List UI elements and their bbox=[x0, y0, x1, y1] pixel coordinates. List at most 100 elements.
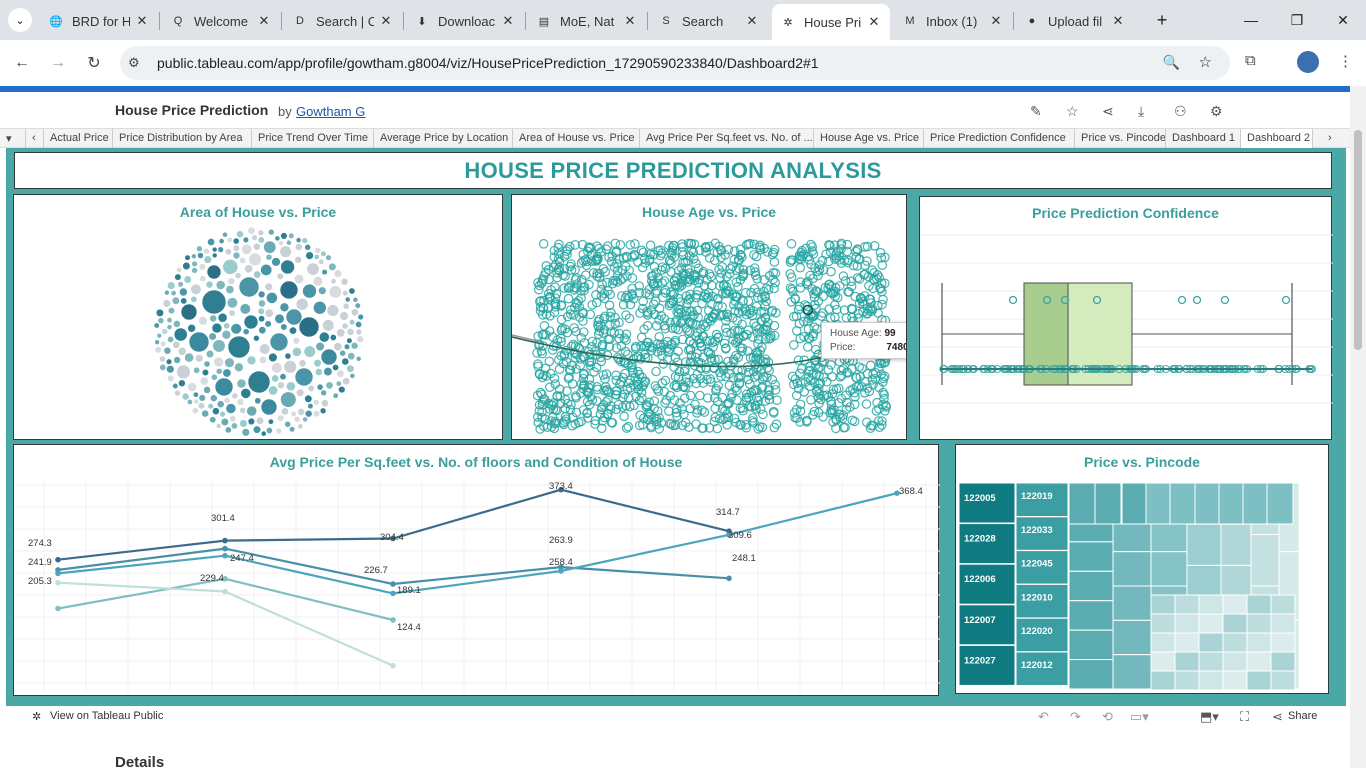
bubble-mark bbox=[251, 234, 258, 241]
tab-close-icon[interactable]: ✕ bbox=[134, 13, 150, 29]
restore-button[interactable]: ❐ bbox=[1274, 6, 1320, 34]
reload-icon[interactable]: ↻ bbox=[82, 51, 106, 75]
sheet-tabs-menu-icon[interactable]: ▾ bbox=[0, 129, 26, 148]
extensions-icon[interactable]: ⧉ bbox=[1245, 52, 1256, 69]
treemap-label: 122045 bbox=[1021, 559, 1053, 570]
view-on-tableau-link[interactable]: View on Tableau Public bbox=[50, 710, 163, 722]
bubble-mark bbox=[304, 243, 312, 251]
bubble-mark bbox=[188, 331, 210, 353]
download-menu-icon[interactable]: ⬒▾ bbox=[1200, 709, 1219, 725]
bubble-mark bbox=[313, 410, 321, 418]
bubble-mark bbox=[167, 306, 176, 315]
treemap-cell bbox=[1222, 613, 1248, 634]
tab-close-icon[interactable]: ✕ bbox=[500, 13, 516, 29]
redo-icon[interactable]: ↷ bbox=[1070, 709, 1081, 725]
treemap-label: 122020 bbox=[1021, 626, 1053, 637]
bubble-mark bbox=[293, 415, 301, 423]
metadata-icon[interactable]: ⚇ bbox=[1174, 103, 1187, 120]
profile-avatar[interactable] bbox=[1297, 51, 1319, 73]
settings-gear-icon[interactable]: ⚙ bbox=[1210, 103, 1223, 120]
house-age-vs-price-panel[interactable]: House Age vs. Price House Age: 99 Price:… bbox=[511, 194, 907, 440]
price-confidence-panel[interactable]: Price Prediction Confidence bbox=[919, 196, 1333, 441]
bubble-mark bbox=[174, 389, 181, 397]
share-icon[interactable]: ⋖ bbox=[1272, 709, 1283, 725]
treemap-cell bbox=[1246, 670, 1272, 691]
browser-tab[interactable]: 🌐 BRD for H ✕ bbox=[40, 6, 158, 36]
sheet-tab[interactable]: Price vs. Pincode bbox=[1075, 129, 1166, 148]
line-chart[interactable]: 274.3 241.9 205.3 301.4 229.4 247.4 304.4 226.7… bbox=[14, 445, 940, 697]
bubble-mark bbox=[252, 242, 261, 251]
tab-close-icon[interactable]: ✕ bbox=[378, 13, 394, 29]
scatter-point bbox=[619, 411, 629, 422]
minimize-button[interactable]: — bbox=[1228, 6, 1274, 34]
address-bar[interactable]: ⚙ public.tableau.com/app/profile/gowtham… bbox=[120, 46, 1230, 80]
browser-tab[interactable]: S Search ✕ bbox=[650, 6, 768, 36]
revert-icon[interactable]: ⟲ bbox=[1102, 709, 1113, 725]
sheet-tab[interactable]: Dashboard 2 bbox=[1241, 129, 1313, 148]
browser-tab[interactable]: ● Upload fil ✕ bbox=[1016, 6, 1134, 36]
sheet-tab[interactable]: Price Prediction Confidence bbox=[924, 129, 1075, 148]
browser-tab[interactable]: Q Welcome ✕ bbox=[162, 6, 280, 36]
scatter-point bbox=[850, 291, 860, 302]
bubble-mark bbox=[215, 367, 223, 375]
tab-close-icon[interactable]: ✕ bbox=[988, 13, 1004, 29]
sheet-tab[interactable]: Average Price by Location bbox=[374, 129, 513, 148]
scrollbar-thumb[interactable] bbox=[1354, 130, 1362, 350]
bubble-mark bbox=[303, 345, 316, 358]
area-vs-price-panel[interactable]: Area of House vs. Price bbox=[13, 194, 503, 440]
browser-tab[interactable]: D Search | C ✕ bbox=[284, 6, 402, 36]
sheet-tab[interactable]: Area of House vs. Price bbox=[513, 129, 640, 148]
viz-author-link[interactable]: Gowtham G bbox=[296, 104, 365, 119]
bookmark-star-icon[interactable]: ☆ bbox=[1199, 53, 1212, 71]
browser-tab[interactable]: M Inbox (1) ✕ bbox=[894, 6, 1012, 36]
favorite-star-icon[interactable]: ☆ bbox=[1066, 103, 1079, 120]
sheet-tab[interactable]: Price Trend Over Time bbox=[252, 129, 374, 148]
menu-kebab-icon[interactable]: ⋮ bbox=[1338, 52, 1353, 70]
browser-tab-title: Welcome bbox=[194, 13, 248, 29]
scatter-chart[interactable] bbox=[512, 195, 907, 440]
tab-close-icon[interactable]: ✕ bbox=[1110, 13, 1126, 29]
edit-icon[interactable]: ✎ bbox=[1030, 103, 1042, 120]
refresh-icon[interactable]: ▭▾ bbox=[1130, 709, 1149, 725]
browser-tab[interactable]: ▤ MoE, Nat ✕ bbox=[528, 6, 646, 36]
bubble-mark bbox=[259, 343, 271, 355]
undo-icon[interactable]: ↶ bbox=[1038, 709, 1049, 725]
new-tab-button[interactable]: + bbox=[1150, 8, 1174, 32]
forward-arrow-icon[interactable]: → bbox=[46, 51, 70, 75]
tab-search-chevron-icon[interactable]: ⌄ bbox=[8, 8, 32, 32]
fullscreen-icon[interactable]: ⛶ bbox=[1240, 709, 1249, 725]
bubble-mark bbox=[341, 322, 349, 330]
tab-close-icon[interactable]: ✕ bbox=[866, 14, 882, 30]
site-info-icon[interactable]: ⚙ bbox=[128, 55, 140, 71]
bubble-mark bbox=[161, 328, 169, 335]
share-nodes-icon[interactable]: ⋖ bbox=[1102, 103, 1114, 120]
bubble-mark bbox=[319, 407, 327, 415]
price-vs-pincode-panel[interactable]: Price vs. Pincode 122005 122028 122006 1220… bbox=[955, 444, 1329, 694]
page-scrollbar[interactable] bbox=[1350, 86, 1366, 768]
sheet-tabs-prev-icon[interactable]: ‹ bbox=[26, 129, 44, 148]
sheet-tab[interactable]: Actual Price bbox=[44, 129, 113, 148]
sheet-tab[interactable]: Dashboard 1 bbox=[1166, 129, 1241, 148]
bubble-mark bbox=[348, 287, 356, 295]
browser-tab[interactable]: ⬇ Downloac ✕ bbox=[406, 6, 524, 36]
sheet-tab[interactable]: Price Distribution by Area bbox=[113, 129, 252, 148]
tab-close-icon[interactable]: ✕ bbox=[622, 13, 638, 29]
back-arrow-icon[interactable]: ← bbox=[10, 51, 34, 75]
url-text[interactable]: public.tableau.com/app/profile/gowtham.g… bbox=[157, 55, 819, 71]
packed-bubble-chart[interactable] bbox=[14, 195, 504, 441]
treemap-chart[interactable]: 122005 122028 122006 122007 122027 122019 1220… bbox=[956, 445, 1330, 695]
box-plot-chart[interactable] bbox=[920, 197, 1333, 441]
sheet-tab[interactable]: House Age vs. Price bbox=[814, 129, 924, 148]
download-icon[interactable]: ⤓ bbox=[1138, 103, 1144, 120]
tab-close-icon[interactable]: ✕ bbox=[744, 13, 760, 29]
avg-price-floors-panel[interactable]: Avg Price Per Sq.feet vs. No. of floors … bbox=[13, 444, 940, 697]
sheet-tabs-next-icon[interactable]: › bbox=[1322, 129, 1344, 148]
close-window-button[interactable]: ✕ bbox=[1320, 6, 1366, 34]
bubble-mark bbox=[288, 326, 297, 335]
treemap-cell bbox=[1242, 482, 1270, 525]
sheet-tab[interactable]: Avg Price Per Sq.feet vs. No. of ... bbox=[640, 129, 814, 148]
zoom-icon[interactable]: 🔍 bbox=[1163, 54, 1180, 71]
tab-close-icon[interactable]: ✕ bbox=[256, 13, 272, 29]
share-button[interactable]: Share bbox=[1288, 710, 1317, 722]
browser-tab[interactable]: ✲ House Pri ✕ bbox=[772, 4, 890, 40]
